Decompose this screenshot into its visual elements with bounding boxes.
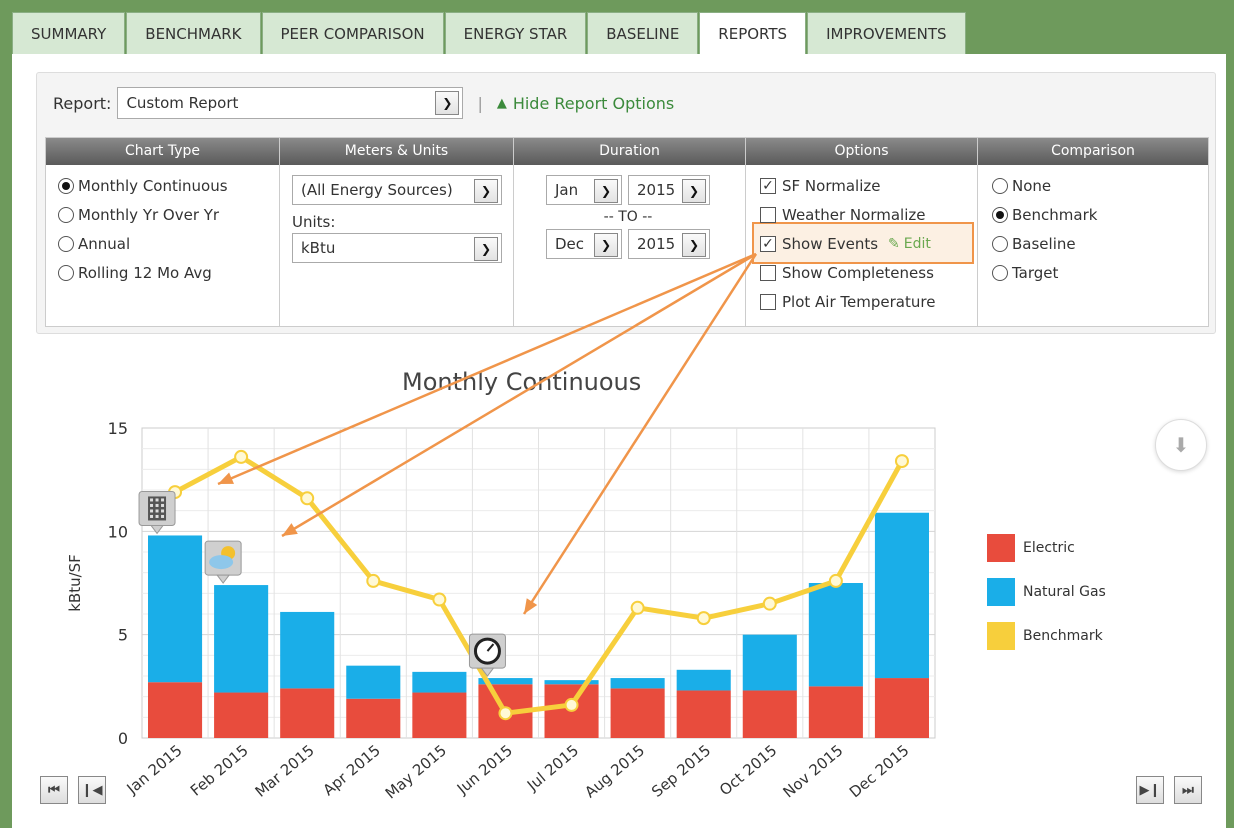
y-tick-label: 5	[118, 626, 128, 645]
legend-label: Benchmark	[1023, 628, 1103, 644]
bar-natural-gas	[412, 671, 467, 693]
building-window	[161, 509, 165, 513]
legend-swatch	[987, 622, 1015, 650]
bar-natural-gas	[808, 583, 863, 687]
legend-item-electric[interactable]: Electric	[987, 534, 1075, 562]
bar-electric	[610, 688, 665, 738]
benchmark-point	[366, 573, 381, 588]
building-window	[155, 498, 159, 502]
previous-button[interactable]: ❙◀	[78, 776, 106, 804]
benchmark-point	[234, 449, 249, 464]
bar-electric	[148, 682, 203, 738]
chart-canvas: 0 5 10 15 kBtu/SF Jan 2015 Feb 2015 Mar 2015 Apr…	[66, 252, 936, 803]
benchmark-point	[894, 454, 909, 469]
legend-item-natural-gas[interactable]: Natural Gas	[987, 578, 1106, 606]
last-page-button[interactable]: ⏭	[1174, 776, 1202, 804]
x-tick-label: Jun 2015	[453, 741, 516, 798]
x-tick-label: Aug 2015	[581, 741, 648, 801]
x-tick-label: Dec 2015	[846, 741, 913, 801]
x-tick-label: Jul 2015	[523, 741, 582, 795]
x-tick-label: Sep 2015	[648, 741, 714, 801]
benchmark-point	[564, 697, 579, 712]
building-window	[150, 509, 154, 513]
y-tick-label: 0	[118, 729, 128, 748]
step-forward-icon: ▶❙	[1139, 782, 1161, 798]
bar-electric	[808, 686, 863, 738]
tab-benchmark[interactable]: BENCHMARK	[126, 12, 261, 54]
building-window	[150, 503, 154, 507]
tab-reports[interactable]: REPORTS	[699, 12, 807, 54]
bar-natural-gas	[676, 669, 731, 691]
x-tick-label: Oct 2015	[716, 741, 780, 799]
bar-electric	[280, 688, 335, 738]
building-window	[155, 514, 159, 518]
tab-baseline[interactable]: BASELINE	[587, 12, 699, 54]
x-tick-label: Apr 2015	[320, 741, 384, 799]
y-tick-label: 15	[108, 419, 128, 438]
legend-label: Electric	[1023, 540, 1075, 556]
y-tick-label: 10	[108, 522, 128, 541]
tab-peer-comparison[interactable]: PEER COMPARISON	[261, 12, 444, 54]
benchmark-point	[432, 592, 447, 607]
x-tick-label: Nov 2015	[780, 741, 847, 801]
bar-electric	[412, 692, 467, 738]
bar-electric	[742, 690, 797, 738]
bar-natural-gas	[610, 678, 665, 689]
benchmark-point	[762, 596, 777, 611]
next-button[interactable]: ▶❙	[1136, 776, 1164, 804]
y-axis-label: kBtu/SF	[66, 554, 84, 612]
building-window	[161, 514, 165, 518]
legend-label: Natural Gas	[1023, 584, 1106, 600]
legend-item-benchmark[interactable]: Benchmark	[987, 622, 1103, 650]
benchmark-point	[498, 706, 513, 721]
tab-summary[interactable]: SUMMARY	[12, 12, 126, 54]
legend-swatch	[987, 534, 1015, 562]
skip-first-icon: ⏮	[48, 782, 60, 798]
building-window	[150, 514, 154, 518]
bar-natural-gas	[280, 611, 335, 689]
bar-natural-gas	[742, 634, 797, 691]
x-tick-label: Jan 2015	[123, 741, 186, 798]
bar-electric	[214, 692, 269, 738]
legend-swatch	[987, 578, 1015, 606]
tab-bar: SUMMARY BENCHMARK PEER COMPARISON ENERGY…	[12, 12, 967, 54]
bar-natural-gas	[148, 535, 203, 683]
bar-natural-gas	[214, 585, 269, 693]
benchmark-point	[630, 600, 645, 615]
building-window	[155, 509, 159, 513]
x-tick-label: Mar 2015	[252, 741, 318, 801]
first-page-button[interactable]: ⏮	[40, 776, 68, 804]
bar-natural-gas	[874, 512, 929, 679]
reports-panel: Report: Custom Report ❯ | ▲ Hide Report …	[12, 54, 1226, 828]
benchmark-point	[828, 573, 843, 588]
building-window	[150, 498, 154, 502]
building-window	[161, 503, 165, 507]
benchmark-point	[300, 491, 315, 506]
building-window	[155, 503, 159, 507]
building-window	[161, 498, 165, 502]
skip-last-icon: ⏭	[1182, 782, 1194, 798]
x-tick-label: May 2015	[382, 741, 450, 802]
bar-electric	[676, 690, 731, 738]
bar-natural-gas	[346, 665, 401, 699]
step-back-icon: ❙◀	[81, 782, 103, 798]
benchmark-point	[696, 611, 711, 626]
cloud-shape	[209, 555, 234, 570]
bar-electric	[874, 678, 929, 738]
bar-electric	[346, 698, 401, 738]
x-tick-label: Feb 2015	[187, 741, 252, 799]
tab-improvements[interactable]: IMPROVEMENTS	[807, 12, 966, 54]
tab-energy-star[interactable]: ENERGY STAR	[444, 12, 587, 54]
